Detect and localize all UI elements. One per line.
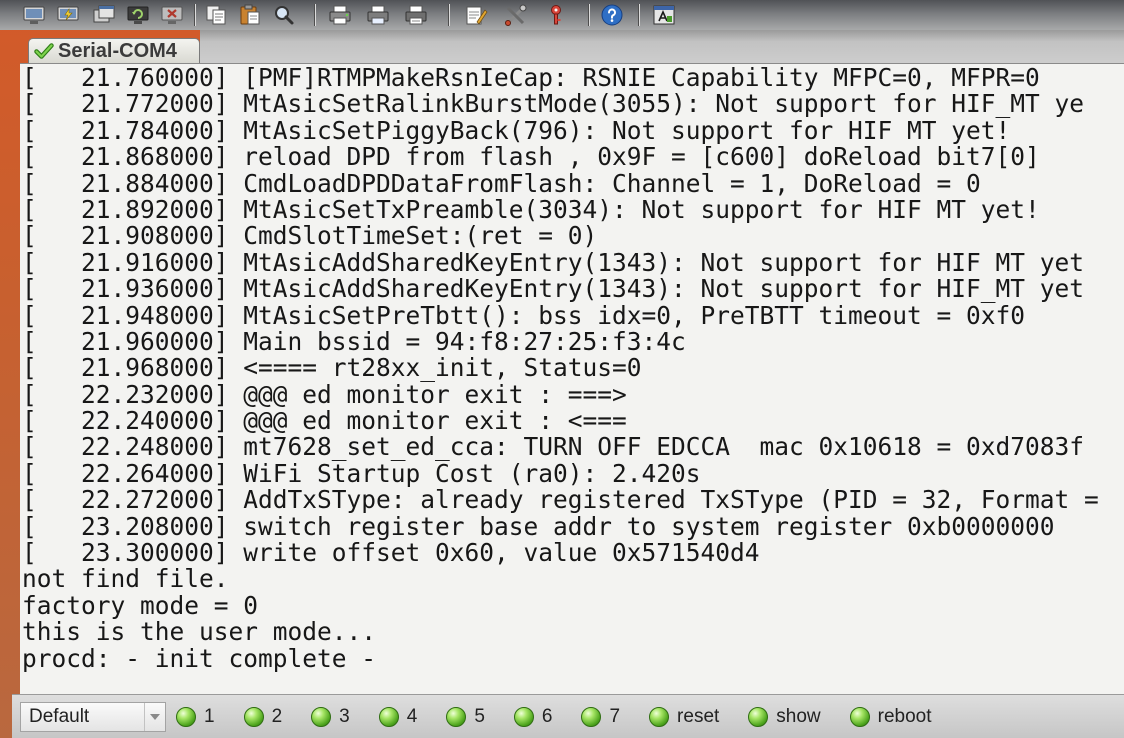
session-dropdown-value: Default	[29, 705, 90, 727]
button-label: 3	[339, 705, 350, 727]
green-circle-icon	[446, 706, 467, 727]
terminal-line: [ 22.232000] @@@ ed_monitor_exit : ===>	[22, 381, 627, 409]
quick-connect-icon[interactable]	[56, 4, 80, 26]
show-button[interactable]: show	[748, 702, 821, 732]
command-button-3[interactable]: 3	[311, 702, 350, 732]
paste-icon[interactable]	[238, 4, 262, 26]
button-label: 4	[406, 705, 418, 727]
tab-label: Serial-COM4	[58, 39, 177, 62]
find-icon[interactable]	[272, 4, 296, 26]
button-label: show	[776, 705, 821, 727]
toolbar	[0, 0, 1124, 30]
button-label: 1	[204, 705, 215, 727]
command-button-6[interactable]: 6	[513, 702, 553, 732]
terminal-line: [ 21.784000] MtAsicSetPiggyBack(796): No…	[22, 117, 1011, 145]
chevron-down-icon[interactable]	[144, 702, 165, 731]
terminal-line: [ 21.908000] CmdSlotTimeSet:(ret = 0)	[22, 223, 598, 250]
terminal-line: [ 21.884000] CmdLoadDPDDataFromFlash: Ch…	[22, 170, 981, 197]
tab-serial-com4[interactable]: Serial-COM4	[28, 38, 200, 63]
print-setup-icon[interactable]	[328, 4, 352, 26]
help-icon[interactable]	[600, 4, 624, 26]
toolbar-separator	[448, 4, 450, 26]
button-label: 2	[271, 705, 283, 727]
command-button-2[interactable]: 2	[243, 702, 283, 732]
terminal-line: [ 22.240000] @@@ ed_monitor_exit : <===	[22, 408, 627, 435]
terminal-line: [ 23.300000] write offset 0x60, value 0x…	[22, 540, 760, 567]
terminal-line: [ 21.868000] reload DPD from flash , 0x9…	[22, 144, 1040, 171]
session-dropdown[interactable]: Default	[20, 701, 166, 732]
key-icon[interactable]	[544, 4, 568, 26]
session-options-icon[interactable]	[464, 4, 488, 26]
button-label: 5	[474, 705, 485, 727]
global-options-icon[interactable]	[504, 4, 528, 26]
terminal-line: [ 21.772000] MtAsicSetRalinkBurstMode(30…	[22, 91, 1085, 118]
toolbar-separator	[638, 4, 640, 26]
terminal-line: [ 21.936000] MtAsicAddSharedKeyEntry(134…	[22, 276, 1085, 303]
terminal-line: this is the user mode...	[22, 619, 377, 646]
terminal-line: procd: - init complete -	[22, 645, 377, 672]
terminal-line: factory_mode = 0	[22, 592, 259, 620]
green-circle-icon	[581, 706, 602, 727]
command-button-5[interactable]: 5	[446, 702, 485, 732]
command-button-1[interactable]: 1	[176, 702, 215, 732]
green-circle-icon	[243, 706, 264, 727]
green-circle-icon	[849, 706, 870, 727]
green-circle-icon	[311, 706, 332, 727]
toolbar-separator	[194, 4, 196, 26]
toolbar-separator	[314, 4, 316, 26]
green-circle-icon	[378, 706, 399, 727]
terminal-line: [ 21.960000] Main bssid = 94:f8:27:25:f3…	[22, 328, 686, 356]
terminal-line: [ 22.248000] mt7628_set_ed_cca: TURN OFF…	[22, 434, 1085, 461]
reset-button[interactable]: reset	[649, 702, 719, 732]
toolbar-separator	[588, 4, 590, 26]
command-button-7[interactable]: 7	[581, 702, 620, 732]
terminal-line: [ 21.948000] MtAsicSetPreTbtt(): bss_idx…	[22, 302, 1026, 329]
command-button-4[interactable]: 4	[378, 702, 418, 732]
connect-icon[interactable]	[22, 4, 46, 26]
button-label: 6	[541, 705, 553, 727]
print-icon[interactable]	[404, 4, 428, 26]
terminal-line: [ 22.264000] WiFi Startup Cost (ra0): 2.…	[22, 460, 701, 488]
terminal-line: [ 21.760000] [PMF]RTMPMakeRsnIeCap: RSNI…	[22, 65, 1040, 92]
button-label: reset	[677, 705, 720, 727]
tab-strip	[200, 30, 1124, 63]
connect-in-tab-icon[interactable]	[92, 4, 116, 26]
check-icon	[34, 42, 54, 60]
terminal-line: [ 23.208000] switch register base addr t…	[22, 513, 1055, 541]
green-circle-icon	[176, 706, 196, 727]
green-circle-icon	[748, 706, 769, 727]
terminal-line: [ 21.968000] <==== rt28xx_init, Status=0	[22, 355, 642, 382]
button-label: reboot	[877, 705, 932, 727]
green-circle-icon	[649, 706, 670, 727]
terminal-output[interactable]: [ 21.760000] [PMF]RTMPMakeRsnIeCap: RSNI…	[20, 63, 1124, 694]
reboot-button[interactable]: reboot	[849, 702, 932, 732]
green-circle-icon	[513, 706, 534, 727]
about-icon[interactable]	[652, 4, 676, 26]
copy-icon[interactable]	[204, 4, 228, 26]
terminal-line: [ 22.272000] AddTxSType: already registe…	[22, 487, 1099, 514]
print-selection-icon[interactable]	[366, 4, 390, 26]
button-bar: Default 1 2 3 4 5 6 7 reset show reboot	[12, 694, 1124, 738]
terminal-line: [ 21.892000] MtAsicSetTxPreamble(3034): …	[22, 196, 1040, 224]
button-label: 7	[609, 705, 621, 727]
reconnect-icon[interactable]	[126, 4, 150, 26]
terminal-line: [ 21.916000] MtAsicAddSharedKeyEntry(134…	[22, 249, 1085, 277]
disconnect-icon[interactable]	[160, 4, 184, 26]
terminal-line: not find file.	[22, 566, 229, 593]
